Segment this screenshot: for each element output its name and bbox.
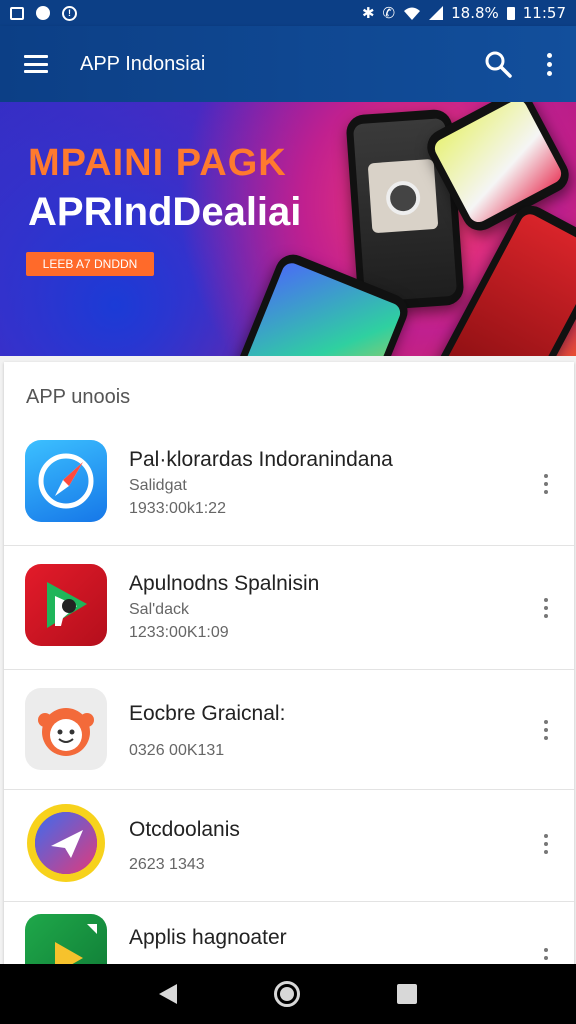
circle-notification-icon — [36, 6, 50, 20]
smiley-app-icon — [25, 688, 107, 770]
app-meta: 1233:00K1:09 — [129, 624, 229, 641]
plane-app-icon — [25, 802, 107, 884]
compass-app-icon — [25, 440, 107, 522]
list-item[interactable]: Apulnodns Spalnisin Sal'dack 1233:00K1:0… — [4, 546, 574, 670]
promo-banner[interactable]: MPAINI PAGK APRIndDealiai LEEB A7 DNDDN — [0, 102, 576, 356]
section-title: APP unoois — [26, 386, 131, 408]
app-meta: 0326 00K131 — [129, 742, 225, 759]
app-name: Apulnodns Spalnisin — [129, 572, 320, 595]
item-more-icon[interactable] — [544, 598, 550, 618]
app-name: Otcdoolanis — [129, 818, 240, 841]
search-icon[interactable] — [484, 50, 512, 78]
hamburger-menu-icon[interactable] — [24, 55, 48, 73]
app-subtitle: Salidgat — [129, 477, 187, 494]
list-item[interactable]: Applis hagnoater — [4, 902, 574, 966]
sync-icon: ✆ — [382, 4, 396, 22]
app-title: APP Indonsiai — [80, 52, 206, 75]
banner-button[interactable]: LEEB A7 DNDDN — [26, 252, 154, 276]
app-name: Eocbre Graicnal: — [129, 702, 286, 725]
nfc-icon: ✱ — [361, 4, 375, 22]
item-more-icon[interactable] — [544, 834, 550, 854]
play-store-app-icon — [25, 564, 107, 646]
list-item[interactable]: Eocbre Graicnal: 0326 00K131 — [4, 670, 574, 790]
more-vert-icon[interactable] — [546, 52, 552, 76]
app-name: Pal·klorardas Indoranindana — [129, 448, 393, 471]
recent-square-icon[interactable] — [397, 984, 418, 1004]
clock-notification-icon: ! — [62, 5, 77, 21]
app-meta: 1933:00k1:22 — [129, 500, 226, 517]
media-app-icon — [25, 914, 107, 966]
banner-headline: MPAINI PAGK — [28, 142, 287, 184]
battery-percentage: 18.8% — [451, 4, 499, 22]
home-circle-icon[interactable] — [273, 981, 300, 1007]
back-triangle-icon[interactable] — [158, 984, 177, 1004]
item-more-icon[interactable] — [544, 474, 550, 494]
app-list-card: APP unoois Pal·klorardas Indoranindana S… — [4, 362, 574, 966]
app-subtitle: Sal'dack — [129, 601, 189, 618]
item-more-icon[interactable] — [544, 720, 550, 740]
list-item[interactable]: Pal·klorardas Indoranindana Salidgat 193… — [4, 424, 574, 546]
battery-icon — [506, 7, 515, 20]
list-item[interactable]: Otcdoolanis 2623 1343 — [4, 790, 574, 902]
clock: 11:57 — [522, 4, 566, 22]
screenshot-notification-icon — [10, 6, 24, 20]
signal-icon — [429, 6, 444, 20]
banner-subheadline: APRIndDealiai — [28, 190, 302, 234]
app-meta: 2623 1343 — [129, 856, 205, 873]
wifi-icon — [404, 7, 421, 20]
status-bar: ! ✱ ✆ 18.8% 11:57 — [0, 0, 576, 26]
system-nav-bar — [0, 964, 576, 1024]
app-name: Applis hagnoater — [129, 926, 287, 949]
app-bar: APP Indonsiai — [0, 26, 576, 102]
